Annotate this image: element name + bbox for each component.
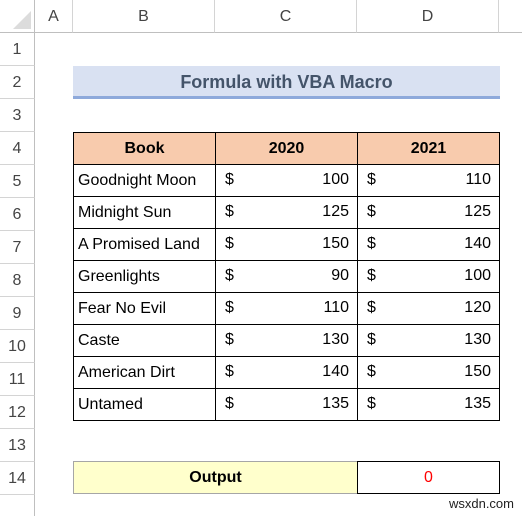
table-row: American Dirt $140 $150 bbox=[73, 356, 500, 389]
table-row: Fear No Evil $110 $120 bbox=[73, 292, 500, 325]
row-header-15-partial[interactable] bbox=[0, 495, 35, 516]
column-header-b[interactable]: B bbox=[73, 0, 215, 33]
currency-symbol: $ bbox=[225, 395, 234, 412]
currency-symbol: $ bbox=[225, 299, 234, 316]
price-value: 125 bbox=[464, 203, 491, 220]
price-2020-cell[interactable]: $130 bbox=[215, 324, 358, 357]
output-label-cell[interactable]: Output bbox=[73, 461, 357, 494]
row-header-4[interactable]: 4 bbox=[0, 132, 35, 165]
table-row: Caste $130 $130 bbox=[73, 324, 500, 357]
book-cell[interactable]: Midnight Sun bbox=[73, 196, 216, 229]
output-value-cell[interactable]: 0 bbox=[357, 461, 500, 494]
column-header-a[interactable]: A bbox=[35, 0, 73, 33]
price-value: 140 bbox=[322, 363, 349, 380]
price-2020-cell[interactable]: $135 bbox=[215, 388, 358, 421]
column-header-e-partial[interactable] bbox=[499, 0, 522, 33]
price-2020-cell[interactable]: $100 bbox=[215, 164, 358, 197]
price-2021-cell[interactable]: $120 bbox=[357, 292, 500, 325]
currency-symbol: $ bbox=[367, 203, 376, 220]
price-value: 125 bbox=[322, 203, 349, 220]
price-value: 130 bbox=[464, 331, 491, 348]
price-value: 135 bbox=[464, 395, 491, 412]
watermark: wsxdn.com bbox=[448, 496, 514, 511]
header-book[interactable]: Book bbox=[73, 132, 216, 165]
book-cell[interactable]: Untamed bbox=[73, 388, 216, 421]
select-all-button[interactable] bbox=[0, 0, 35, 33]
price-2021-cell[interactable]: $140 bbox=[357, 228, 500, 261]
book-cell[interactable]: Greenlights bbox=[73, 260, 216, 293]
row-header-11[interactable]: 11 bbox=[0, 363, 35, 396]
row-header-3[interactable]: 3 bbox=[0, 99, 35, 132]
table-row: Goodnight Moon $100 $110 bbox=[73, 164, 500, 197]
currency-symbol: $ bbox=[367, 395, 376, 412]
price-value: 135 bbox=[322, 395, 349, 412]
row-header-9[interactable]: 9 bbox=[0, 297, 35, 330]
currency-symbol: $ bbox=[225, 363, 234, 380]
currency-symbol: $ bbox=[225, 235, 234, 252]
currency-symbol: $ bbox=[367, 235, 376, 252]
price-value: 110 bbox=[323, 299, 349, 316]
currency-symbol: $ bbox=[367, 363, 376, 380]
currency-symbol: $ bbox=[225, 171, 234, 188]
row-header-5[interactable]: 5 bbox=[0, 165, 35, 198]
price-2021-cell[interactable]: $150 bbox=[357, 356, 500, 389]
book-cell[interactable]: Goodnight Moon bbox=[73, 164, 216, 197]
table-row: A Promised Land $150 $140 bbox=[73, 228, 500, 261]
spreadsheet: A B C D 1 2 3 4 5 6 7 8 9 10 11 12 13 14… bbox=[0, 0, 522, 516]
book-cell[interactable]: A Promised Land bbox=[73, 228, 216, 261]
price-2020-cell[interactable]: $150 bbox=[215, 228, 358, 261]
row-header-12[interactable]: 12 bbox=[0, 396, 35, 429]
currency-symbol: $ bbox=[367, 299, 376, 316]
row-header-13[interactable]: 13 bbox=[0, 429, 35, 462]
books-table: Book 2020 2021 Goodnight Moon $100 $110 … bbox=[73, 132, 500, 421]
row-header-8[interactable]: 8 bbox=[0, 264, 35, 297]
book-cell[interactable]: Caste bbox=[73, 324, 216, 357]
row-header-1[interactable]: 1 bbox=[0, 33, 35, 66]
price-value: 100 bbox=[464, 267, 491, 284]
price-2020-cell[interactable]: $125 bbox=[215, 196, 358, 229]
column-header-c[interactable]: C bbox=[215, 0, 357, 33]
row-header-6[interactable]: 6 bbox=[0, 198, 35, 231]
header-2021[interactable]: 2021 bbox=[357, 132, 500, 165]
currency-symbol: $ bbox=[367, 267, 376, 284]
currency-symbol: $ bbox=[225, 331, 234, 348]
row-header-14[interactable]: 14 bbox=[0, 462, 35, 495]
price-value: 110 bbox=[465, 171, 491, 188]
table-row: Midnight Sun $125 $125 bbox=[73, 196, 500, 229]
currency-symbol: $ bbox=[225, 203, 234, 220]
row-header-7[interactable]: 7 bbox=[0, 231, 35, 264]
row-header-10[interactable]: 10 bbox=[0, 330, 35, 363]
select-all-triangle-icon bbox=[13, 11, 31, 29]
price-2020-cell[interactable]: $90 bbox=[215, 260, 358, 293]
header-2020[interactable]: 2020 bbox=[215, 132, 358, 165]
price-value: 130 bbox=[322, 331, 349, 348]
price-2020-cell[interactable]: $110 bbox=[215, 292, 358, 325]
currency-symbol: $ bbox=[225, 267, 234, 284]
price-value: 90 bbox=[331, 267, 349, 284]
book-cell[interactable]: Fear No Evil bbox=[73, 292, 216, 325]
price-value: 120 bbox=[464, 299, 491, 316]
table-row: Untamed $135 $135 bbox=[73, 388, 500, 421]
price-value: 140 bbox=[464, 235, 491, 252]
price-2021-cell[interactable]: $100 bbox=[357, 260, 500, 293]
currency-symbol: $ bbox=[367, 171, 376, 188]
table-header-row: Book 2020 2021 bbox=[73, 132, 500, 165]
price-value: 100 bbox=[322, 171, 349, 188]
price-value: 150 bbox=[322, 235, 349, 252]
price-2021-cell[interactable]: $110 bbox=[357, 164, 500, 197]
currency-symbol: $ bbox=[367, 331, 376, 348]
row-header-2[interactable]: 2 bbox=[0, 66, 35, 99]
price-2021-cell[interactable]: $135 bbox=[357, 388, 500, 421]
sheet-title[interactable]: Formula with VBA Macro bbox=[73, 66, 500, 99]
price-2020-cell[interactable]: $140 bbox=[215, 356, 358, 389]
book-cell[interactable]: American Dirt bbox=[73, 356, 216, 389]
price-2021-cell[interactable]: $125 bbox=[357, 196, 500, 229]
price-value: 150 bbox=[464, 363, 491, 380]
price-2021-cell[interactable]: $130 bbox=[357, 324, 500, 357]
table-row: Greenlights $90 $100 bbox=[73, 260, 500, 293]
column-header-d[interactable]: D bbox=[357, 0, 499, 33]
